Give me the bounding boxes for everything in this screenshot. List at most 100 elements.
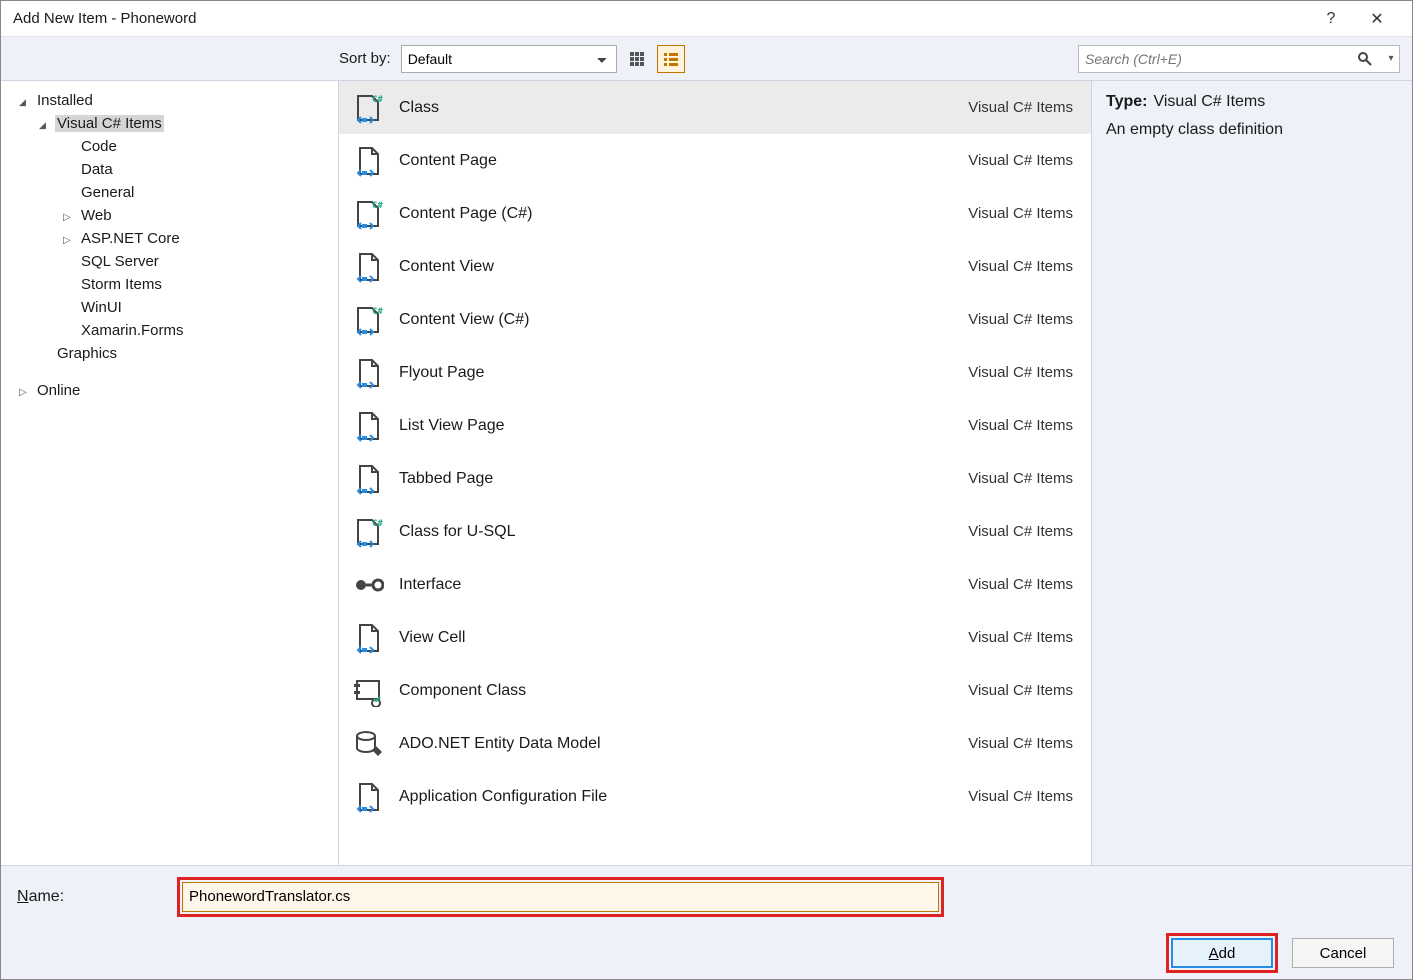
template-flyout-page[interactable]: Flyout Page Visual C# Items (339, 346, 1091, 399)
tree-web[interactable]: Web (1, 204, 338, 227)
tree-installed[interactable]: Installed (1, 89, 338, 112)
window-title: Add New Item - Phoneword (13, 10, 1308, 27)
name-label: Name: (17, 888, 167, 906)
template-content-page-c-[interactable]: C# Content Page (C#) Visual C# Items (339, 187, 1091, 240)
template-icon: C# (351, 515, 385, 549)
template-category: Visual C# Items (968, 364, 1073, 381)
template-name: Flyout Page (399, 364, 954, 382)
detail-panel: Type:Visual C# Items An empty class defi… (1092, 81, 1412, 865)
search-icon[interactable] (1357, 51, 1383, 67)
template-name: Content Page (399, 152, 954, 170)
template-content-view-c-[interactable]: C# Content View (C#) Visual C# Items (339, 293, 1091, 346)
template-name: Content Page (C#) (399, 205, 954, 223)
search-box[interactable]: ▾ (1078, 45, 1400, 73)
template-name: Class (399, 99, 954, 117)
tree-online[interactable]: Online (1, 379, 338, 402)
svg-text:C#: C# (372, 201, 383, 211)
template-tabbed-page[interactable]: Tabbed Page Visual C# Items (339, 452, 1091, 505)
tree-code[interactable]: Code (1, 135, 338, 158)
template-icon: C# (351, 303, 385, 337)
tree-csharp-items[interactable]: Visual C# Items (1, 112, 338, 135)
toolbar: Sort by: Default ▾ (1, 37, 1412, 81)
tree-general[interactable]: General (1, 181, 338, 204)
template-ado-net-entity-data-model[interactable]: ADO.NET Entity Data Model Visual C# Item… (339, 717, 1091, 770)
template-icon (351, 727, 385, 761)
list-icon (663, 51, 679, 67)
template-icon (351, 462, 385, 496)
template-application-configuration-file[interactable]: Application Configuration File Visual C#… (339, 770, 1091, 823)
template-category: Visual C# Items (968, 523, 1073, 540)
help-button[interactable]: ? (1308, 10, 1354, 28)
template-icon (351, 409, 385, 443)
template-category: Visual C# Items (968, 258, 1073, 275)
template-component-class[interactable]: Component Class Visual C# Items (339, 664, 1091, 717)
main-area: Installed Visual C# Items Code Data Gene… (1, 81, 1412, 865)
tree-xamarin[interactable]: Xamarin.Forms (1, 319, 338, 342)
template-category: Visual C# Items (968, 682, 1073, 699)
template-icon: C# (351, 91, 385, 125)
template-icon (351, 356, 385, 390)
template-name: Component Class (399, 682, 954, 700)
template-list: C# Class Visual C# Items Content Page Vi… (339, 81, 1092, 865)
template-name: Content View (C#) (399, 311, 954, 329)
sortby-label: Sort by: (339, 50, 391, 67)
template-icon (351, 674, 385, 708)
cancel-button[interactable]: Cancel (1292, 938, 1394, 968)
template-icon (351, 568, 385, 602)
template-icon (351, 144, 385, 178)
add-button[interactable]: Add (1171, 938, 1273, 968)
svg-text:C#: C# (372, 95, 383, 105)
tree-storm[interactable]: Storm Items (1, 273, 338, 296)
template-list-view-page[interactable]: List View Page Visual C# Items (339, 399, 1091, 452)
name-input[interactable] (182, 882, 939, 912)
view-grid-button[interactable] (623, 45, 651, 73)
template-category: Visual C# Items (968, 470, 1073, 487)
tree-winui[interactable]: WinUI (1, 296, 338, 319)
template-category: Visual C# Items (968, 205, 1073, 222)
template-content-page[interactable]: Content Page Visual C# Items (339, 134, 1091, 187)
template-name: ADO.NET Entity Data Model (399, 735, 954, 753)
name-row: Name: (1, 865, 1412, 927)
tree-sqlserver[interactable]: SQL Server (1, 250, 338, 273)
grid-icon (629, 51, 645, 67)
tree-data[interactable]: Data (1, 158, 338, 181)
template-class-for-u-sql[interactable]: C# Class for U-SQL Visual C# Items (339, 505, 1091, 558)
view-list-button[interactable] (657, 45, 685, 73)
template-name: Content View (399, 258, 954, 276)
tree-graphics[interactable]: Graphics (1, 342, 338, 365)
title-bar: Add New Item - Phoneword ? ✕ (1, 1, 1412, 37)
template-name: View Cell (399, 629, 954, 647)
template-name: Tabbed Page (399, 470, 954, 488)
template-name: List View Page (399, 417, 954, 435)
template-category: Visual C# Items (968, 99, 1073, 116)
template-name: Application Configuration File (399, 788, 954, 806)
template-name: Class for U-SQL (399, 523, 954, 541)
template-icon: C# (351, 197, 385, 231)
template-category: Visual C# Items (968, 788, 1073, 805)
template-category: Visual C# Items (968, 629, 1073, 646)
button-row: Add Cancel (1, 927, 1412, 979)
detail-description: An empty class definition (1106, 121, 1398, 139)
template-category: Visual C# Items (968, 576, 1073, 593)
template-interface[interactable]: Interface Visual C# Items (339, 558, 1091, 611)
name-input-highlight (177, 877, 944, 917)
close-button[interactable]: ✕ (1354, 9, 1400, 29)
search-dropdown-icon[interactable]: ▾ (1383, 53, 1399, 64)
template-name: Interface (399, 576, 954, 594)
template-icon (351, 250, 385, 284)
sort-select[interactable]: Default (401, 45, 617, 73)
detail-type: Type:Visual C# Items (1106, 93, 1398, 111)
category-tree: Installed Visual C# Items Code Data Gene… (1, 81, 339, 865)
add-button-highlight: Add (1166, 933, 1278, 973)
tree-aspnetcore[interactable]: ASP.NET Core (1, 227, 338, 250)
template-view-cell[interactable]: View Cell Visual C# Items (339, 611, 1091, 664)
template-icon (351, 780, 385, 814)
template-category: Visual C# Items (968, 417, 1073, 434)
template-class[interactable]: C# Class Visual C# Items (339, 81, 1091, 134)
template-category: Visual C# Items (968, 735, 1073, 752)
template-category: Visual C# Items (968, 152, 1073, 169)
template-content-view[interactable]: Content View Visual C# Items (339, 240, 1091, 293)
template-icon (351, 621, 385, 655)
search-input[interactable] (1079, 49, 1357, 69)
template-category: Visual C# Items (968, 311, 1073, 328)
